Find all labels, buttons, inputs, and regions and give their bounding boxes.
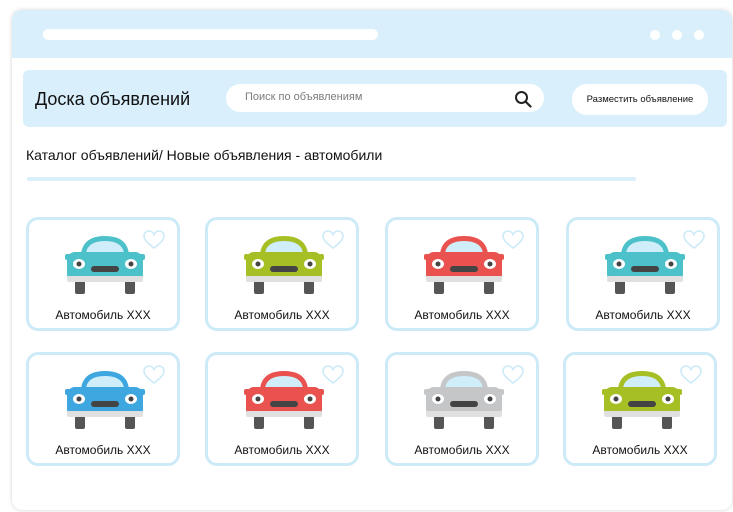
search-placeholder: Поиск по объявлениям (245, 91, 363, 103)
window-dot-icon[interactable] (694, 30, 704, 40)
listing-card[interactable]: Автомобиль XXX (26, 217, 180, 331)
listing-card[interactable]: Автомобиль XXX (205, 217, 359, 331)
browser-window: Доска объявлений Поиск по объявлениям Ра… (12, 10, 732, 510)
favorite-heart-icon[interactable] (683, 230, 705, 250)
divider (27, 177, 636, 181)
listing-card[interactable]: Автомобиль XXX (26, 352, 180, 466)
search-input[interactable]: Поиск по объявлениям (226, 84, 544, 112)
favorite-heart-icon[interactable] (502, 230, 524, 250)
site-header: Доска объявлений Поиск по объявлениям Ра… (23, 70, 727, 127)
car-icon (65, 371, 145, 429)
address-bar[interactable] (43, 29, 378, 40)
favorite-heart-icon[interactable] (322, 230, 344, 250)
car-icon (65, 236, 145, 294)
favorite-heart-icon[interactable] (502, 365, 524, 385)
window-dot-icon[interactable] (672, 30, 682, 40)
listing-card[interactable]: Автомобиль XXX (385, 217, 539, 331)
site-brand[interactable]: Доска объявлений (35, 89, 190, 110)
listing-card[interactable]: Автомобиль XXX (205, 352, 359, 466)
listing-title[interactable]: Автомобиль XXX (388, 308, 536, 322)
listing-title[interactable]: Автомобиль XXX (29, 443, 177, 457)
listing-title[interactable]: Автомобиль XXX (208, 308, 356, 322)
title-bar (12, 10, 732, 58)
listing-card[interactable]: Автомобиль XXX (563, 352, 717, 466)
listing-card[interactable]: Автомобиль XXX (385, 352, 539, 466)
listing-title[interactable]: Автомобиль XXX (569, 308, 717, 322)
car-icon (424, 371, 504, 429)
listing-title[interactable]: Автомобиль XXX (208, 443, 356, 457)
favorite-heart-icon[interactable] (322, 365, 344, 385)
favorite-heart-icon[interactable] (143, 365, 165, 385)
window-dot-icon[interactable] (650, 30, 660, 40)
post-ad-button[interactable]: Разместить объявление (572, 84, 708, 115)
listing-title[interactable]: Автомобиль XXX (388, 443, 536, 457)
listing-title[interactable]: Автомобиль XXX (566, 443, 714, 457)
listing-title[interactable]: Автомобиль XXX (29, 308, 177, 322)
favorite-heart-icon[interactable] (680, 365, 702, 385)
listing-card[interactable]: Автомобиль XXX (566, 217, 720, 331)
search-icon[interactable] (514, 90, 532, 108)
car-icon (602, 371, 682, 429)
breadcrumb: Каталог объявлений/ Новые объявления - а… (26, 147, 383, 163)
car-icon (244, 371, 324, 429)
favorite-heart-icon[interactable] (143, 230, 165, 250)
car-icon (424, 236, 504, 294)
car-icon (605, 236, 685, 294)
car-icon (244, 236, 324, 294)
